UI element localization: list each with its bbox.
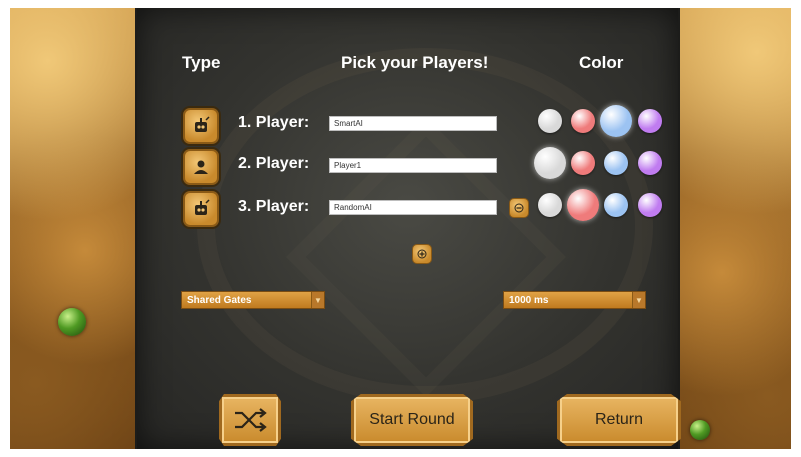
green-gem-right [690,420,710,440]
player-2-label: 2. Player: [238,155,310,172]
turn-speed-dropdown[interactable]: 1000 ms ▼ [503,291,646,309]
player-2-name-input[interactable] [329,158,497,173]
minus-icon [514,203,524,213]
left-decorative-border [10,8,135,449]
shuffle-button[interactable] [219,394,281,446]
player-1-purple-color-option[interactable] [638,109,662,133]
chevron-down-icon: ▼ [311,292,324,308]
chevron-down-icon: ▼ [632,292,645,308]
player-3-blue-color-option[interactable] [604,193,628,217]
player-2-red-color-option[interactable] [571,151,595,175]
robot-icon [195,199,210,215]
player-1-type-button[interactable] [183,108,219,144]
game-background: Type Pick your Players! Color 1. Player:… [10,8,791,449]
add-player-button[interactable] [412,244,432,264]
player-1-name-input[interactable] [329,116,497,131]
return-button[interactable]: Return [557,394,681,446]
game-rule-dropdown[interactable]: Shared Gates ▼ [181,291,325,309]
player-3-white-color-option[interactable] [538,193,562,217]
remove-player-button[interactable] [509,198,529,218]
player-2-blue-color-option[interactable] [604,151,628,175]
shuffle-icon [235,408,267,432]
robot-icon [195,116,210,132]
player-3-type-button[interactable] [183,191,219,227]
game-rule-value: Shared Gates [187,294,252,306]
turn-speed-value: 1000 ms [509,294,549,306]
player-1-label: 1. Player: [238,114,310,131]
player-3-name-input[interactable] [329,200,497,215]
player-selection-panel: Type Pick your Players! Color 1. Player:… [135,8,680,449]
player-3-label: 3. Player: [238,198,310,215]
green-gem-left [58,308,86,336]
player-2-type-button[interactable] [183,149,219,185]
type-header: Type [182,53,221,72]
player-3-purple-color-option[interactable] [638,193,662,217]
player-3-red-color-option-selected[interactable] [567,189,599,221]
player-2-purple-color-option[interactable] [638,151,662,175]
player-1-white-color-option[interactable] [538,109,562,133]
player-2-white-color-option-selected[interactable] [534,147,566,179]
person-icon [194,160,208,174]
player-1-blue-color-option-selected[interactable] [600,105,632,137]
color-header: Color [579,53,624,72]
page-title: Pick your Players! [341,53,489,72]
player-1-red-color-option[interactable] [571,109,595,133]
right-decorative-border [676,8,791,449]
plus-icon [417,249,427,259]
start-round-button[interactable]: Start Round [351,394,473,446]
